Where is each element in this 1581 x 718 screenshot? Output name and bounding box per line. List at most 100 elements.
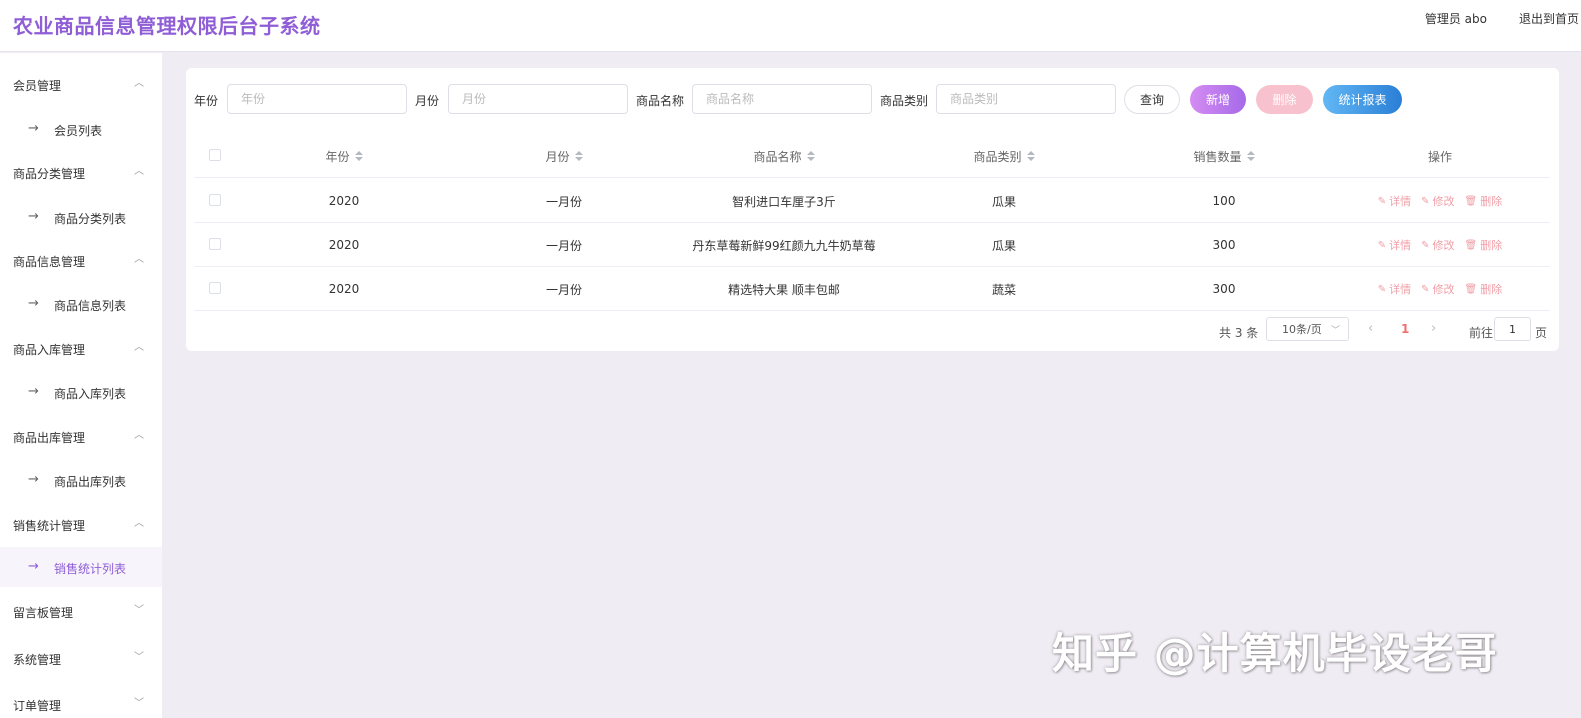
- menu-item-label: 销售统计列表: [54, 562, 127, 576]
- edit-pen-icon: ✎: [1377, 283, 1387, 295]
- menu-group-label: 商品分类管理: [13, 167, 86, 181]
- page-number-current[interactable]: 1: [1401, 322, 1409, 336]
- top-links: 管理员 abo 退出到首页: [1425, 10, 1579, 27]
- menu-group-label: 商品入库管理: [13, 343, 86, 357]
- year-input[interactable]: [227, 84, 407, 114]
- edit-label: 修改: [1432, 195, 1455, 208]
- cell-category: 瓜果: [991, 238, 1016, 253]
- cell-quantity: 100: [1212, 194, 1236, 208]
- cell-actions: ✎ 详情 ✎ 修改 🗑 删除: [1334, 267, 1546, 311]
- page-size-value: 10条/页: [1282, 323, 1322, 336]
- total-count: 共 3 条: [1219, 326, 1259, 340]
- sort-icon[interactable]: [1026, 151, 1035, 161]
- detail-button[interactable]: ✎ 详情: [1378, 281, 1411, 297]
- menu-item-category-list[interactable]: → 商品分类列表: [0, 197, 162, 237]
- menu-item-sales-stats-list[interactable]: → 销售统计列表: [0, 547, 162, 587]
- menu-item-stock-out-list[interactable]: → 商品出库列表: [0, 460, 162, 500]
- cell-month: 一月份: [545, 194, 582, 209]
- row-checkbox[interactable]: [209, 282, 221, 294]
- trash-icon: 🗑: [1464, 195, 1478, 207]
- sort-icon[interactable]: [574, 151, 583, 161]
- logout-link[interactable]: 退出到首页: [1519, 10, 1579, 27]
- cell-category: 蔬菜: [991, 282, 1016, 297]
- menu-item-label: 商品入库列表: [54, 387, 127, 401]
- page-jump-input[interactable]: [1494, 317, 1531, 341]
- next-page-button[interactable]: ›: [1431, 321, 1436, 336]
- row-delete-button[interactable]: 🗑 删除: [1465, 281, 1503, 297]
- edit-label: 修改: [1432, 239, 1455, 252]
- menu-group-category[interactable]: 商品分类管理 ︿: [0, 153, 162, 193]
- sort-icon[interactable]: [806, 151, 815, 161]
- main-card: 年份 月份 商品名称 商品类别 查询 新增 删除 统计报表 年份 月份 商品名称…: [186, 68, 1559, 351]
- prev-page-button[interactable]: ‹: [1368, 321, 1373, 336]
- edit-button[interactable]: ✎ 修改: [1421, 193, 1454, 209]
- menu-group-label: 销售统计管理: [13, 519, 86, 533]
- col-label: 商品名称: [753, 149, 802, 164]
- detail-button[interactable]: ✎ 详情: [1378, 237, 1411, 253]
- menu-item-label: 会员列表: [54, 124, 103, 138]
- app-title: 农业商品信息管理权限后台子系统: [13, 14, 321, 38]
- select-all-checkbox[interactable]: [209, 149, 221, 161]
- cell-quantity: 300: [1212, 282, 1236, 296]
- month-input[interactable]: [448, 84, 628, 114]
- sort-icon[interactable]: [354, 151, 363, 161]
- cell-month: 一月份: [545, 282, 582, 297]
- row-delete-button[interactable]: 🗑 删除: [1465, 193, 1503, 209]
- current-user: 管理员 abo: [1424, 12, 1487, 26]
- sort-icon[interactable]: [1246, 151, 1255, 161]
- trash-icon: 🗑: [1464, 239, 1478, 251]
- menu-group-product[interactable]: 商品信息管理 ︿: [0, 241, 162, 281]
- chevron-up-icon: ︿: [134, 341, 144, 353]
- delete-button[interactable]: 删除: [1256, 85, 1313, 114]
- col-product-name[interactable]: 商品名称: [674, 134, 894, 178]
- detail-label: 详情: [1389, 239, 1412, 252]
- col-label: 月份: [545, 149, 570, 164]
- menu-group-system[interactable]: 系统管理 ﹀: [0, 639, 162, 679]
- cell-quantity: 300: [1212, 238, 1236, 252]
- chevron-up-icon: ︿: [134, 517, 144, 529]
- col-category[interactable]: 商品类别: [894, 134, 1114, 178]
- edit-pen-icon: ✎: [1421, 195, 1430, 207]
- menu-group-label: 系统管理: [13, 653, 62, 667]
- cell-year: 2020: [328, 282, 360, 296]
- menu-group-orders[interactable]: 订单管理 ﹀: [0, 685, 162, 718]
- menu-item-stock-in-list[interactable]: → 商品入库列表: [0, 372, 162, 412]
- query-button[interactable]: 查询: [1124, 85, 1180, 114]
- product-name-label: 商品名称: [636, 94, 685, 108]
- menu-group-stock-out[interactable]: 商品出库管理 ︿: [0, 417, 162, 457]
- row-delete-button[interactable]: 🗑 删除: [1465, 237, 1503, 253]
- col-month[interactable]: 月份: [454, 134, 674, 178]
- arrow-right-icon: →: [28, 384, 39, 399]
- menu-group-stock-in[interactable]: 商品入库管理 ︿: [0, 329, 162, 369]
- cell-month: 一月份: [545, 238, 582, 253]
- edit-button[interactable]: ✎ 修改: [1421, 237, 1454, 253]
- category-input[interactable]: [936, 84, 1116, 114]
- detail-button[interactable]: ✎ 详情: [1378, 193, 1411, 209]
- delete-label: 删除: [1480, 195, 1503, 208]
- add-button[interactable]: 新增: [1190, 85, 1246, 114]
- row-checkbox[interactable]: [209, 238, 221, 250]
- menu-item-label: 商品出库列表: [54, 475, 127, 489]
- delete-label: 删除: [1480, 283, 1503, 296]
- arrow-right-icon: →: [28, 559, 39, 574]
- menu-item-member-list[interactable]: → 会员列表: [0, 109, 162, 149]
- row-checkbox[interactable]: [209, 194, 221, 206]
- page-size-select[interactable]: 10条/页 ﹀: [1266, 317, 1349, 341]
- menu-group-sales-stats[interactable]: 销售统计管理 ︿: [0, 505, 162, 545]
- stats-report-button[interactable]: 统计报表: [1323, 85, 1402, 114]
- chevron-down-icon: ﹀: [1330, 326, 1340, 336]
- chevron-down-icon: ﹀: [134, 697, 144, 709]
- edit-button[interactable]: ✎ 修改: [1421, 281, 1454, 297]
- col-label: 年份: [325, 149, 350, 164]
- edit-pen-icon: ✎: [1377, 239, 1387, 251]
- cell-product-name: 智利进口车厘子3斤: [732, 194, 836, 209]
- menu-group-message-board[interactable]: 留言板管理 ﹀: [0, 592, 162, 632]
- col-year[interactable]: 年份: [234, 134, 454, 178]
- edit-label: 修改: [1432, 283, 1455, 296]
- menu-item-product-list[interactable]: → 商品信息列表: [0, 284, 162, 324]
- product-name-input[interactable]: [692, 84, 872, 114]
- menu-group-member[interactable]: 会员管理 ︿: [0, 65, 162, 105]
- col-quantity[interactable]: 销售数量: [1114, 134, 1334, 178]
- col-label: 商品类别: [973, 149, 1022, 164]
- table-row: 2020 一月份 丹东草莓新鲜99红颜九九牛奶草莓 瓜果 300 ✎ 详情 ✎ 修改…: [194, 223, 1550, 267]
